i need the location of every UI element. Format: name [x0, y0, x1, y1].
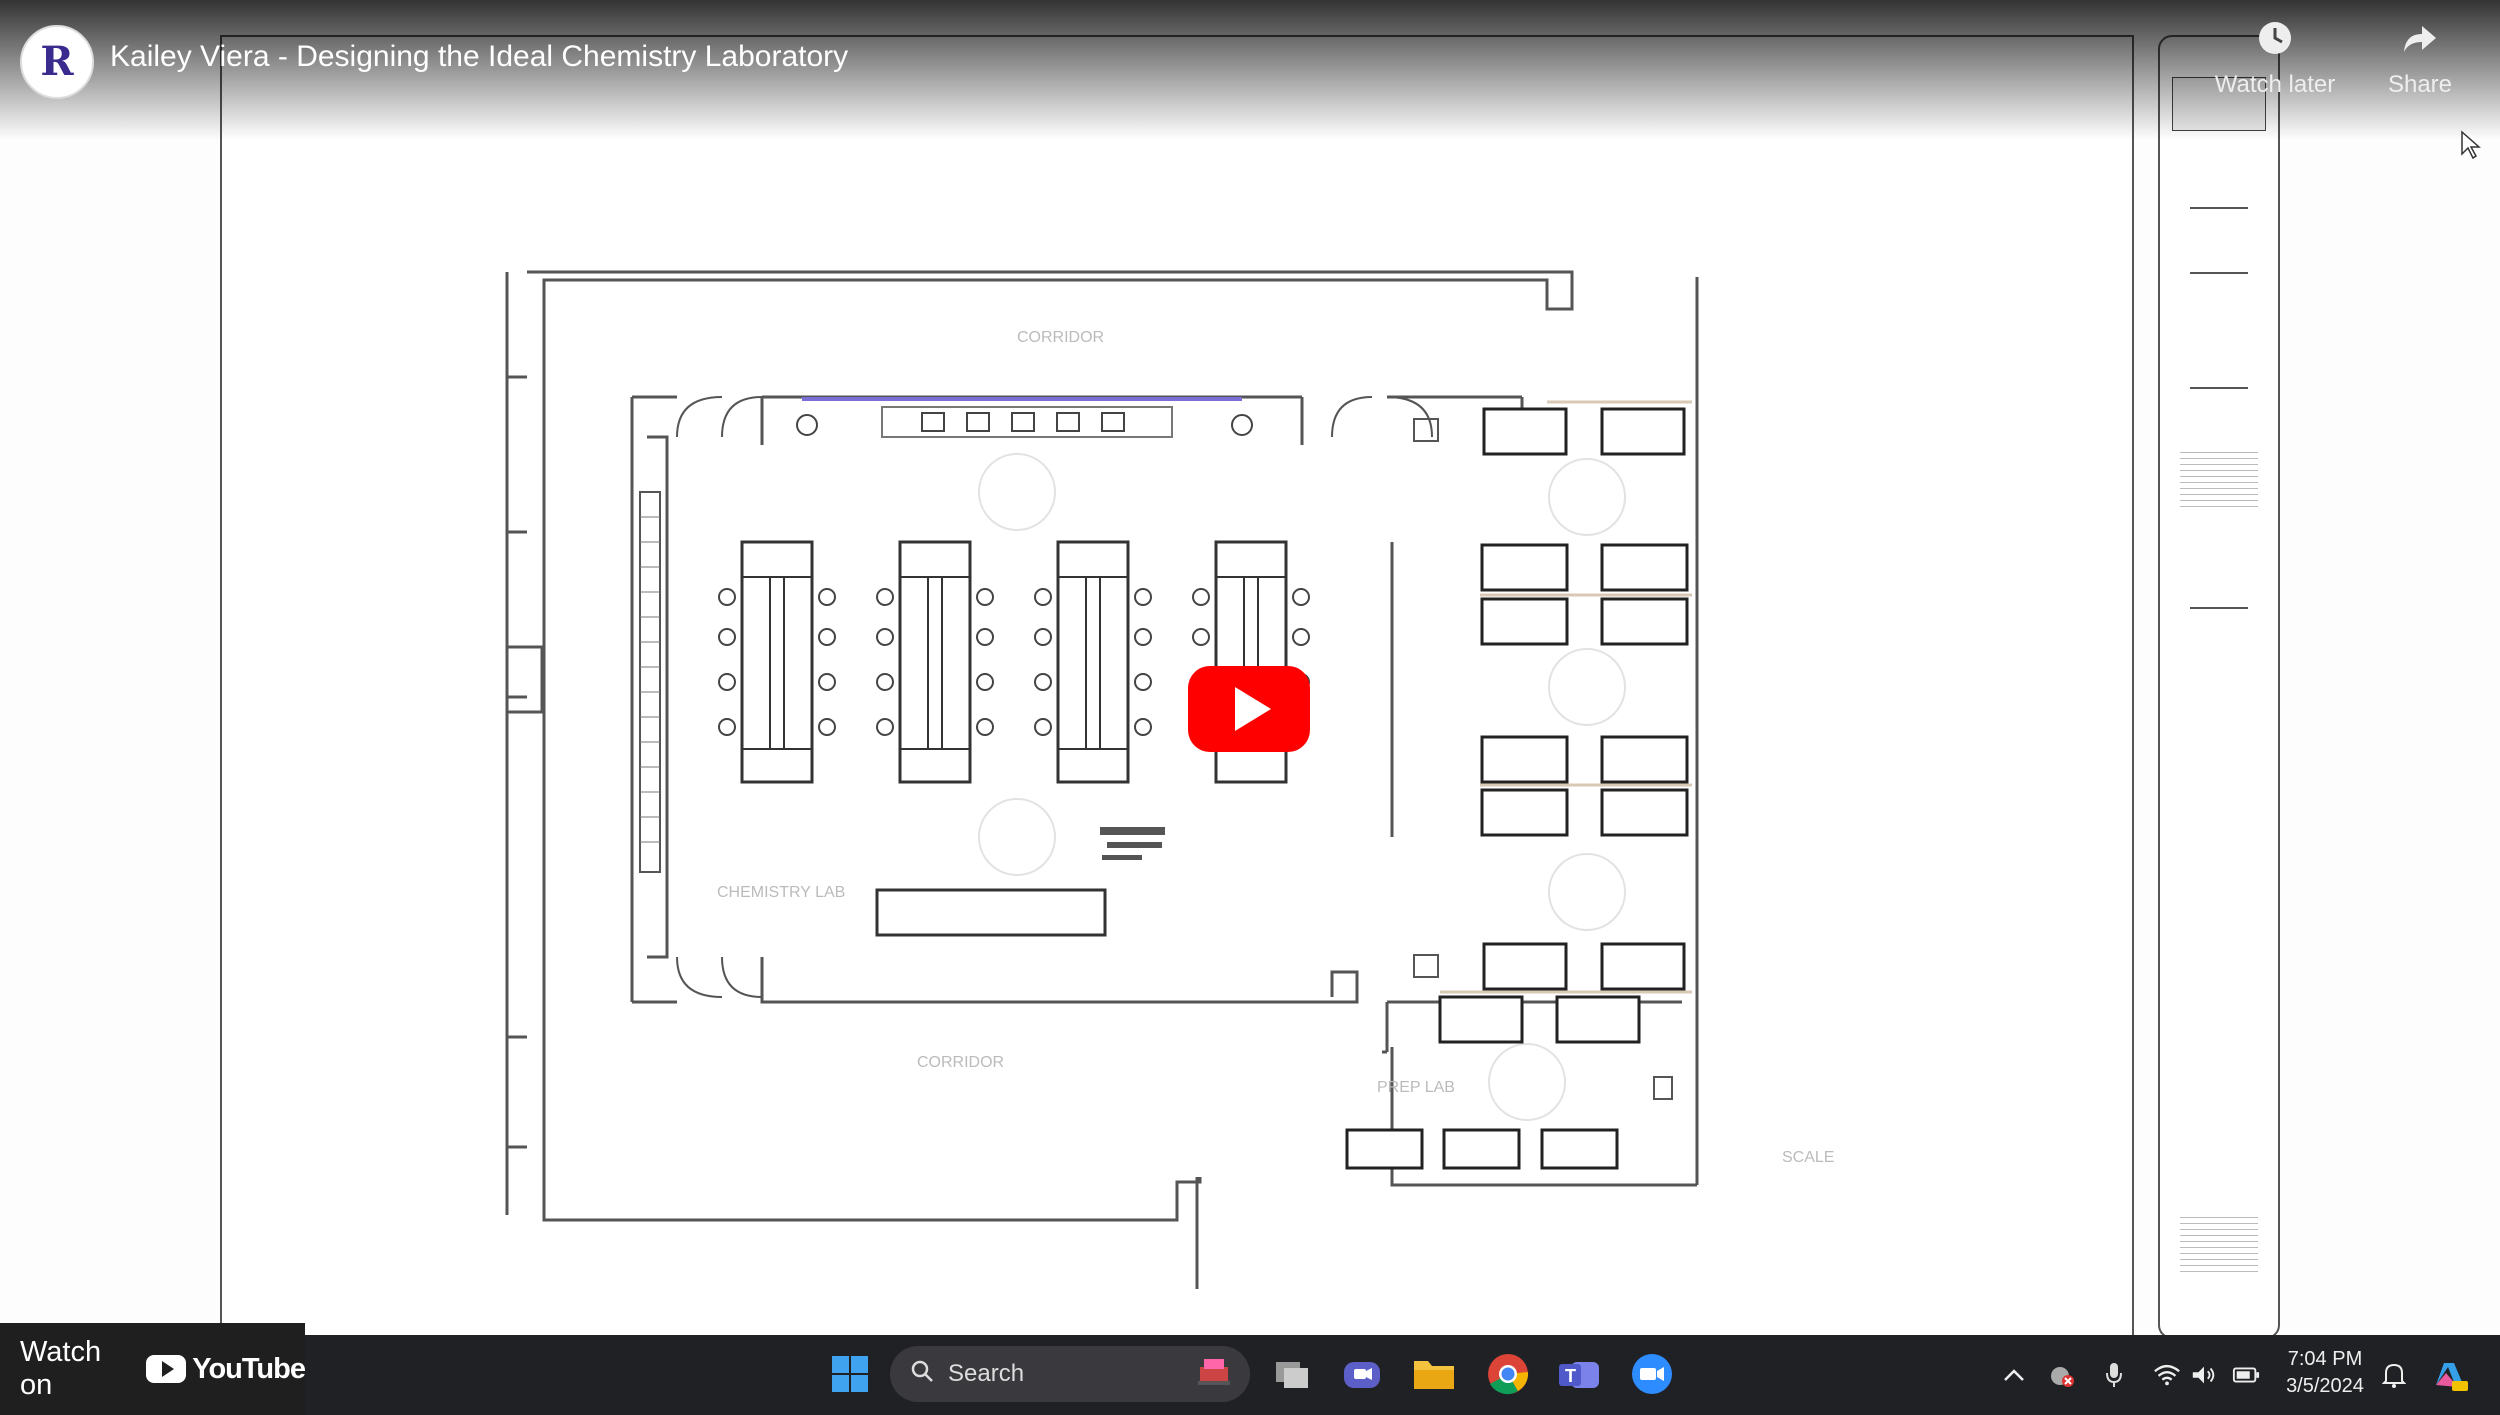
youtube-embed-player[interactable]: CORRIDOR CHEMISTRY LAB CORRIDOR PREP LAB…: [0, 0, 2500, 1415]
teams-icon[interactable]: T: [1555, 1350, 1603, 1398]
watch-later-button[interactable]: Watch later: [2205, 20, 2345, 99]
video-frame[interactable]: CORRIDOR CHEMISTRY LAB CORRIDOR PREP LAB…: [0, 0, 2500, 1339]
share-label: Share: [2387, 71, 2453, 98]
zoom-icon[interactable]: [1628, 1350, 1676, 1398]
svg-text:CHEMISTRY LAB: CHEMISTRY LAB: [717, 884, 845, 901]
floor-plan-sheet: CORRIDOR CHEMISTRY LAB CORRIDOR PREP LAB…: [220, 35, 2134, 1337]
svg-text:T: T: [1565, 1366, 1576, 1386]
windows-start-icon[interactable]: [826, 1350, 874, 1398]
microphone-icon[interactable]: [2100, 1362, 2128, 1388]
play-icon: [1235, 687, 1271, 731]
svg-text:PREP LAB: PREP LAB: [1377, 1079, 1455, 1096]
play-button[interactable]: [1188, 666, 1310, 752]
youtube-logo: YouTube: [146, 1352, 306, 1386]
youtube-logo-icon: [146, 1355, 187, 1383]
task-view-icon[interactable]: [1268, 1350, 1316, 1398]
svg-text:CORRIDOR: CORRIDOR: [917, 1054, 1004, 1071]
svg-text:SCALE: SCALE: [1782, 1149, 1834, 1166]
mouse-cursor-icon: [2460, 130, 2484, 160]
taskbar-search-box[interactable]: Search: [890, 1346, 1250, 1402]
clock-date: 3/5/2024: [2286, 1375, 2364, 1397]
taskbar-clock[interactable]: 7:04 PM 3/5/2024: [2270, 1346, 2380, 1400]
watch-later-label: Watch later: [2214, 71, 2336, 98]
network-off-icon[interactable]: [2048, 1362, 2076, 1388]
wifi-icon[interactable]: [2153, 1362, 2181, 1388]
channel-avatar[interactable]: R: [20, 25, 94, 99]
search-highlight-icon: [1194, 1353, 1234, 1396]
clock-time: 7:04 PM: [2287, 1348, 2363, 1370]
search-icon: [910, 1359, 934, 1390]
search-label: Search: [948, 1360, 1025, 1387]
chemistry-lab-floor-plan: CORRIDOR CHEMISTRY LAB CORRIDOR PREP LAB…: [505, 270, 1834, 1289]
watch-on-youtube-link[interactable]: Watch on YouTube: [0, 1323, 306, 1415]
drawing-title-block: [2158, 35, 2280, 1339]
battery-icon[interactable]: [2232, 1362, 2260, 1388]
watch-on-label: Watch on: [20, 1336, 102, 1401]
clock-icon: [2205, 20, 2345, 63]
channel-logo-letter: R: [40, 38, 74, 85]
file-explorer-icon[interactable]: [1410, 1350, 1458, 1398]
video-title[interactable]: Kailey Viera - Designing the Ideal Chemi…: [110, 40, 848, 74]
volume-icon[interactable]: [2190, 1362, 2218, 1388]
share-button[interactable]: Share: [2350, 20, 2490, 99]
svg-text:CORRIDOR: CORRIDOR: [1017, 329, 1104, 346]
chrome-icon[interactable]: [1484, 1350, 1532, 1398]
youtube-wordmark: YouTube: [192, 1352, 306, 1385]
notification-bell-icon[interactable]: [2380, 1362, 2408, 1388]
teams-meet-icon[interactable]: [1338, 1350, 1386, 1398]
chevron-up-icon[interactable]: [2000, 1362, 2028, 1388]
copilot-icon[interactable]: [2430, 1355, 2470, 1395]
share-arrow-icon: [2350, 20, 2490, 63]
